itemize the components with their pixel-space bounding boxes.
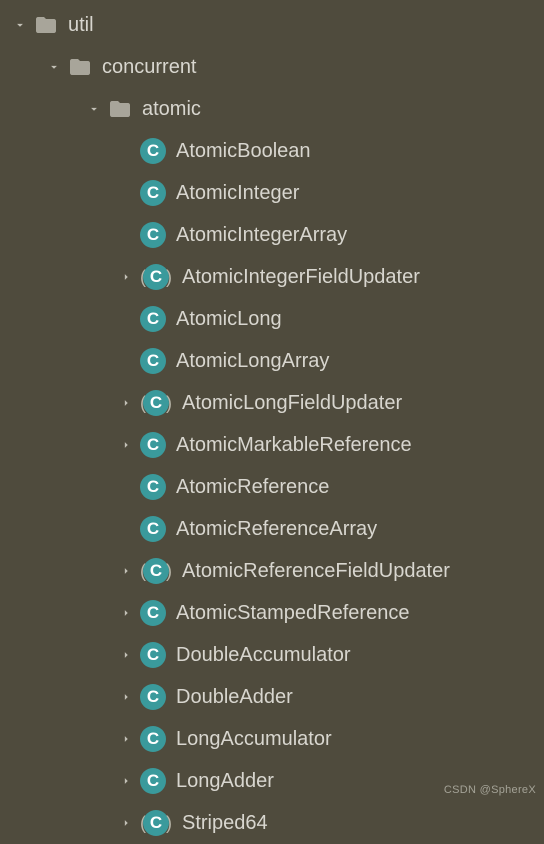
folder-label: atomic	[142, 98, 201, 121]
class-label: LongAccumulator	[176, 728, 332, 751]
class-label: DoubleAdder	[176, 686, 293, 709]
class-label: AtomicLong	[176, 308, 282, 331]
tree-class-item[interactable]: C AtomicStampedReference	[0, 592, 544, 634]
tree-class-item[interactable]: C LongAccumulator	[0, 718, 544, 760]
package-tree: util concurrent atomic C AtomicBoolean C At…	[0, 0, 544, 844]
folder-icon	[68, 55, 92, 79]
class-label: AtomicReferenceFieldUpdater	[182, 560, 450, 583]
class-label: AtomicMarkableReference	[176, 434, 412, 457]
tree-class-item[interactable]: (C) AtomicIntegerFieldUpdater	[0, 256, 544, 298]
tree-folder-atomic[interactable]: atomic	[0, 88, 544, 130]
tree-folder-util[interactable]: util	[0, 4, 544, 46]
chevron-down-icon[interactable]	[80, 102, 108, 116]
tree-class-item[interactable]: C AtomicBoolean	[0, 130, 544, 172]
class-label: Striped64	[182, 812, 268, 835]
watermark-text: CSDN @SphereX	[444, 784, 536, 796]
chevron-right-icon[interactable]	[112, 648, 140, 662]
tree-class-item[interactable]: (C) AtomicLongFieldUpdater	[0, 382, 544, 424]
class-icon: C	[140, 642, 166, 668]
abstract-class-icon: (C)	[140, 390, 172, 416]
class-icon: C	[140, 222, 166, 248]
tree-class-item[interactable]: C AtomicLong	[0, 298, 544, 340]
class-label: DoubleAccumulator	[176, 644, 351, 667]
tree-class-item[interactable]: (C) AtomicReferenceFieldUpdater	[0, 550, 544, 592]
class-label: AtomicReferenceArray	[176, 518, 377, 541]
class-icon: C	[140, 180, 166, 206]
class-label: AtomicIntegerArray	[176, 224, 347, 247]
class-icon: C	[140, 432, 166, 458]
chevron-down-icon[interactable]	[6, 18, 34, 32]
folder-icon	[108, 97, 132, 121]
tree-class-item[interactable]: C DoubleAdder	[0, 676, 544, 718]
class-icon: C	[140, 474, 166, 500]
class-icon: C	[140, 768, 166, 794]
abstract-class-icon: (C)	[140, 558, 172, 584]
chevron-right-icon[interactable]	[112, 816, 140, 830]
class-label: AtomicInteger	[176, 182, 299, 205]
class-label: LongAdder	[176, 770, 274, 793]
class-icon: C	[140, 726, 166, 752]
chevron-right-icon[interactable]	[112, 774, 140, 788]
folder-label: util	[68, 14, 94, 37]
tree-folder-concurrent[interactable]: concurrent	[0, 46, 544, 88]
class-icon: C	[140, 684, 166, 710]
class-icon: C	[140, 600, 166, 626]
class-icon: C	[140, 138, 166, 164]
class-label: AtomicReference	[176, 476, 329, 499]
tree-class-item[interactable]: C AtomicReference	[0, 466, 544, 508]
class-icon: C	[140, 516, 166, 542]
class-label: AtomicStampedReference	[176, 602, 409, 625]
class-icon: C	[140, 306, 166, 332]
class-label: AtomicIntegerFieldUpdater	[182, 266, 420, 289]
class-icon: C	[140, 348, 166, 374]
chevron-down-icon[interactable]	[40, 60, 68, 74]
tree-class-item[interactable]: C DoubleAccumulator	[0, 634, 544, 676]
abstract-class-icon: (C)	[140, 264, 172, 290]
chevron-right-icon[interactable]	[112, 270, 140, 284]
class-label: AtomicLongArray	[176, 350, 329, 373]
abstract-class-icon: (C)	[140, 810, 172, 836]
tree-class-item[interactable]: C AtomicIntegerArray	[0, 214, 544, 256]
class-label: AtomicLongFieldUpdater	[182, 392, 402, 415]
chevron-right-icon[interactable]	[112, 564, 140, 578]
tree-class-item[interactable]: (C) Striped64	[0, 802, 544, 844]
folder-icon	[34, 13, 58, 37]
chevron-right-icon[interactable]	[112, 690, 140, 704]
chevron-right-icon[interactable]	[112, 438, 140, 452]
chevron-right-icon[interactable]	[112, 732, 140, 746]
tree-class-item[interactable]: C AtomicReferenceArray	[0, 508, 544, 550]
folder-label: concurrent	[102, 56, 197, 79]
chevron-right-icon[interactable]	[112, 396, 140, 410]
chevron-right-icon[interactable]	[112, 606, 140, 620]
class-label: AtomicBoolean	[176, 140, 311, 163]
tree-class-item[interactable]: C AtomicLongArray	[0, 340, 544, 382]
tree-class-item[interactable]: C AtomicInteger	[0, 172, 544, 214]
tree-class-item[interactable]: C AtomicMarkableReference	[0, 424, 544, 466]
